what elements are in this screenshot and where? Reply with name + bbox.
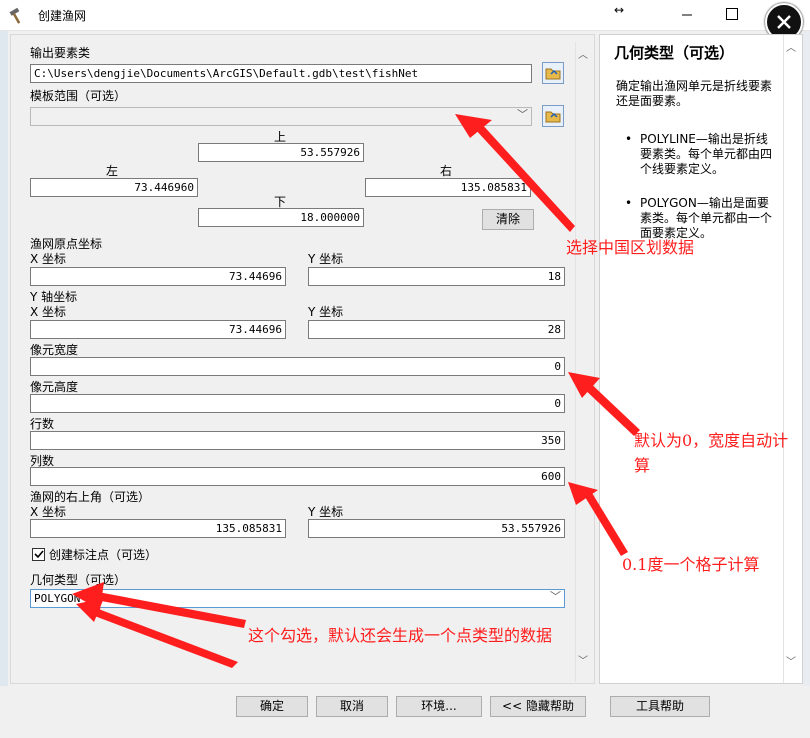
- annotation-label-points: 这个勾选，默认还会生成一个点类型的数据: [248, 626, 553, 645]
- arrow-template: [455, 114, 575, 232]
- arrow-cols: [568, 482, 628, 556]
- annotation-grid-size: 0.1度一个格子计算: [622, 555, 760, 574]
- annotation-default-width: 默认为0，宽度自动计算: [634, 431, 789, 475]
- arrow-cell-width: [568, 372, 640, 436]
- annotation-select-region: 选择中国区划数据: [566, 238, 695, 257]
